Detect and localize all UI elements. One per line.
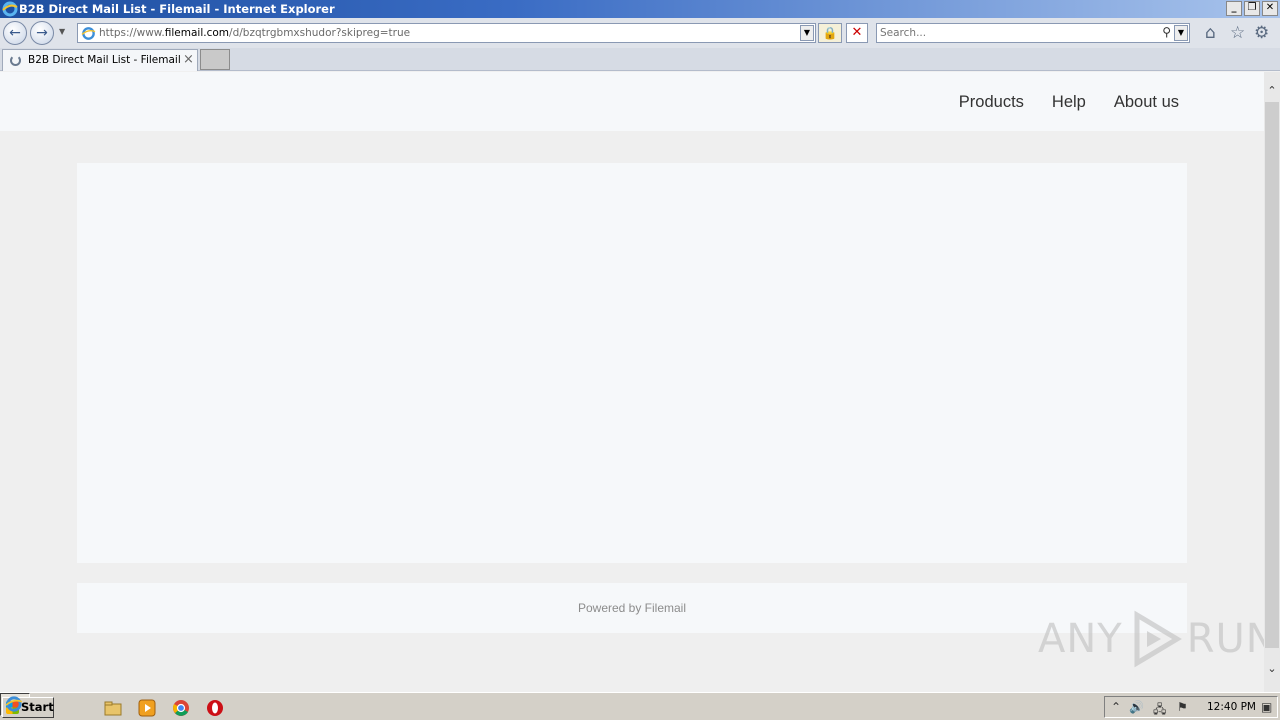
internet-explorer-icon	[2, 1, 18, 17]
url-host: filemail.com	[164, 27, 230, 39]
content-panel	[77, 163, 1187, 563]
gear-icon[interactable]: ⚙	[1254, 24, 1269, 42]
home-icon[interactable]: ⌂	[1205, 24, 1216, 42]
show-desktop-icon[interactable]: ▣	[1261, 700, 1272, 714]
address-bar[interactable]: https://www.filemail.com/d/bzqtrgbmxshud…	[77, 23, 816, 43]
chrome-icon[interactable]	[171, 698, 191, 718]
watermark-left: ANY	[1038, 616, 1123, 662]
lock-icon[interactable]: 🔒	[818, 23, 842, 43]
media-player-icon[interactable]	[137, 698, 157, 718]
search-input[interactable]	[880, 25, 1150, 41]
powered-by-link[interactable]: Powered by Filemail	[578, 601, 686, 615]
loading-spinner-icon	[10, 55, 21, 66]
url-text[interactable]: https://www.filemail.com/d/bzqtrgbmxshud…	[99, 27, 410, 39]
favorites-star-icon[interactable]: ☆	[1230, 24, 1245, 42]
play-icon	[1134, 610, 1182, 668]
window-title: B2B Direct Mail List - Filemail - Intern…	[19, 2, 335, 16]
search-icon[interactable]: ⚲	[1162, 25, 1171, 39]
page-scrollbar[interactable]: ⌃ ⌄	[1264, 72, 1280, 692]
close-window-button[interactable]: ✕	[1262, 1, 1278, 16]
address-dropdown-icon[interactable]: ▼	[800, 25, 814, 41]
page-viewport: Products Help About us Powered by Filema…	[0, 72, 1276, 692]
minimize-button[interactable]: _	[1226, 1, 1242, 16]
browser-toolbar: ← → ▼ https://www.filemail.com/d/bzqtrgb…	[0, 18, 1280, 48]
history-dropdown-icon[interactable]: ▼	[59, 27, 65, 36]
action-center-flag-icon[interactable]: ⚑	[1177, 700, 1188, 714]
tab-strip: B2B Direct Mail List - Filemail ×	[0, 48, 1280, 71]
nav-link-products[interactable]: Products	[959, 93, 1024, 112]
url-prefix: https://www.	[99, 27, 165, 39]
nav-link-help[interactable]: Help	[1052, 93, 1086, 112]
internet-explorer-icon	[5, 696, 23, 712]
back-button[interactable]: ←	[3, 21, 27, 45]
anyrun-watermark: ANY RUN	[1038, 609, 1277, 669]
new-tab-button[interactable]	[200, 49, 230, 70]
scroll-down-icon[interactable]: ⌄	[1264, 662, 1280, 678]
arrow-left-icon: ←	[9, 25, 21, 41]
tray-expand-icon[interactable]: ⌃	[1111, 700, 1121, 714]
tab-label: B2B Direct Mail List - Filemail	[28, 54, 181, 66]
start-label: Start	[21, 700, 54, 714]
system-tray: ⌃ 🔊 🖧 ⚑ 12:40 PM ▣	[1104, 696, 1278, 718]
site-nav: Products Help About us	[959, 93, 1179, 112]
scroll-up-icon[interactable]: ⌃	[1264, 84, 1280, 100]
arrow-right-icon: →	[36, 25, 48, 41]
folder-icon[interactable]	[103, 698, 123, 718]
forward-button[interactable]: →	[30, 21, 54, 45]
restore-button[interactable]: ❐	[1244, 1, 1260, 16]
window-titlebar: B2B Direct Mail List - Filemail - Intern…	[0, 0, 1280, 18]
volume-icon[interactable]: 🔊	[1129, 700, 1144, 714]
network-icon[interactable]: 🖧	[1153, 700, 1166, 720]
close-tab-icon[interactable]: ×	[183, 52, 194, 67]
scroll-thumb[interactable]	[1265, 102, 1279, 648]
url-path: /d/bzqtrgbmxshudor?skipreg=true	[229, 27, 411, 39]
search-dropdown-icon[interactable]: ▼	[1174, 25, 1188, 41]
site-header: Products Help About us	[0, 72, 1264, 131]
search-box[interactable]: ⚲ ▼	[876, 23, 1190, 43]
taskbar: Start ⌃ 🔊 🖧 ⚑ 12:40 PM ▣	[0, 692, 1280, 720]
opera-icon[interactable]	[205, 698, 225, 718]
nav-link-about-us[interactable]: About us	[1114, 93, 1179, 112]
page-ie-icon	[81, 27, 96, 40]
footer-panel: Powered by Filemail	[77, 583, 1187, 633]
taskbar-clock[interactable]: 12:40 PM	[1207, 701, 1256, 713]
tab-active[interactable]: B2B Direct Mail List - Filemail ×	[2, 49, 198, 71]
stop-icon[interactable]: ✕	[846, 23, 868, 43]
